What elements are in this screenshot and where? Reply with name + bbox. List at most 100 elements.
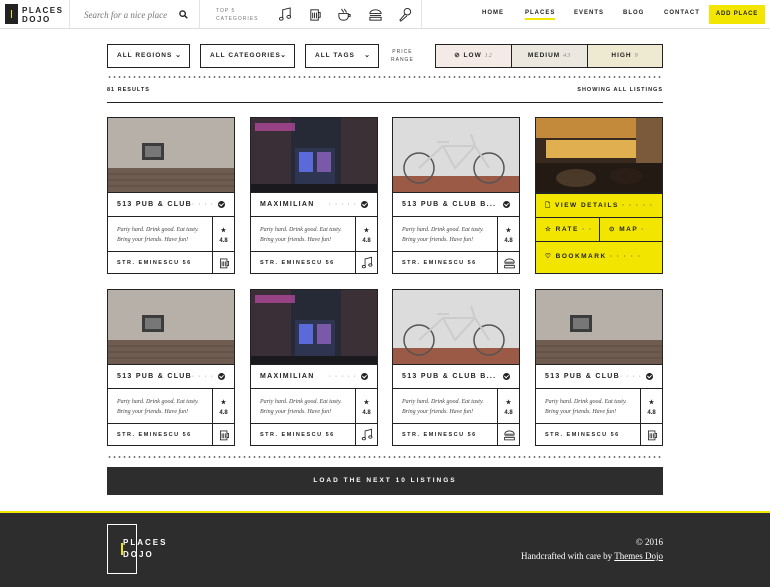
verified-check-icon [361,201,368,208]
listing-card[interactable]: 513 PUB & CLUB B... Party hard. Drink go… [392,289,520,446]
burger-icon [497,424,519,446]
burger-icon[interactable] [368,7,383,22]
listing-image[interactable] [251,290,377,365]
listing-image[interactable] [108,290,234,365]
regions-dropdown[interactable]: ALL REGIONS ⌄ [107,44,190,68]
listing-address: STR. EMINESCU 56 [402,260,477,266]
top-header: PLACES DOJO TOP 5 CATEGORIES HOME PLACES… [0,0,770,29]
dotted-divider [107,456,663,458]
beer-mug-icon [212,424,234,446]
star-icon: ★ [648,400,655,406]
nav-contact[interactable]: CONTACT [664,10,700,16]
footer: PLACES DOJO © 2016 Handcrafted with care… [0,511,770,587]
search-icon[interactable] [179,10,188,19]
map-button[interactable]: ⊙ MAP · [599,217,662,241]
star-icon: ★ [363,228,370,234]
listing-title[interactable]: 513 PUB & CLUB B... [402,373,496,380]
categories-dropdown[interactable]: ALL CATEGORIES ⌄ [200,44,295,68]
ice-cream-icon[interactable] [398,7,413,22]
listing-card[interactable]: 513 PUB & CLUB · · · · Party hard. Drink… [107,117,235,274]
listing-image[interactable] [251,118,377,193]
chevron-down-icon: ⌄ [364,52,371,59]
chevron-down-icon: ⌄ [280,52,287,59]
listing-card[interactable]: MAXIMILIAN · · · · · Party hard. Drink g… [250,117,378,274]
showing-all-listings[interactable]: SHOWING ALL LISTINGS [540,87,663,93]
listing-description: Party hard. Drink good. Eat tasty. Bring… [402,399,484,415]
nav-blog[interactable]: BLOG [623,10,644,16]
rating-box: ★ 4.8 [212,217,234,251]
view-details-button[interactable]: 🗋 VIEW DETAILS · · · · · [536,193,662,217]
verified-check-icon [646,373,653,380]
listing-image[interactable] [393,290,519,365]
listing-address: STR. EMINESCU 56 [402,432,477,438]
listing-card[interactable]: MAXIMILIAN · · · · · Party hard. Drink g… [250,289,378,446]
beer-mug-icon [212,252,234,274]
verified-check-icon [503,373,510,380]
music-note-icon[interactable] [278,7,293,22]
listing-card[interactable]: 513 PUB & CLUB · · · · Party hard. Drink… [535,289,663,446]
listing-description: Party hard. Drink good. Eat tasty. Bring… [260,227,342,243]
themes-dojo-link[interactable]: Themes Dojo [614,551,663,561]
burger-icon [497,252,519,274]
copyright: © 2016 [635,537,663,547]
rating-box: ★ 4.8 [355,217,377,251]
search-input[interactable] [84,8,174,22]
price-low-button[interactable]: ⊘ LOW 12 [435,44,512,68]
divider [107,102,663,103]
listing-image[interactable] [393,118,519,193]
verified-check-icon [218,201,225,208]
price-high-button[interactable]: HIGH 9 [587,44,663,68]
rating-box: ★ 4.8 [497,217,519,251]
footer-logo-text[interactable]: PLACES DOJO [123,537,167,561]
listing-image[interactable] [108,118,234,193]
listing-address: STR. EMINESCU 56 [260,260,335,266]
star-icon: ★ [220,400,227,406]
listing-image[interactable] [536,290,662,365]
listing-card-hover[interactable]: 🗋 VIEW DETAILS · · · · · ☆ RATE · · ⊙ MA… [535,117,663,274]
heart-icon: ♡ [545,253,556,260]
add-place-button[interactable]: ADD PLACE [709,5,765,24]
chevron-down-icon: ⌄ [175,52,182,59]
star-icon: ★ [363,400,370,406]
beer-mug-icon [640,424,662,446]
beer-mug-icon[interactable] [308,7,323,22]
listing-card[interactable]: 513 PUB & CLUB · · · · Party hard. Drink… [107,289,235,446]
listing-title[interactable]: 513 PUB & CLUB [117,201,192,208]
top-categories-label: TOP 5 CATEGORIES [216,8,259,22]
listing-address: STR. EMINESCU 56 [117,260,192,266]
price-medium-button[interactable]: MEDIUM 43 [511,44,588,68]
listing-description: Party hard. Drink good. Eat tasty. Bring… [260,399,342,415]
bookmark-button[interactable]: ♡ BOOKMARK · · · · · [536,241,662,273]
listing-card[interactable]: 513 PUB & CLUB B... Party hard. Drink go… [392,117,520,274]
logo-text[interactable]: PLACES DOJO [22,6,63,24]
rating-box: ★ 4.8 [497,389,519,423]
nav-home[interactable]: HOME [482,10,504,16]
listing-description: Party hard. Drink good. Eat tasty. Bring… [402,227,484,243]
listing-address: STR. EMINESCU 56 [260,432,335,438]
listing-title[interactable]: 513 PUB & CLUB B... [402,201,496,208]
listing-image[interactable] [536,118,662,193]
divider [421,0,422,29]
listing-title[interactable]: 513 PUB & CLUB [117,373,192,380]
listing-title[interactable]: MAXIMILIAN [260,201,315,208]
verified-check-icon [503,201,510,208]
listing-title[interactable]: MAXIMILIAN [260,373,315,380]
star-icon: ★ [505,400,512,406]
listing-description: Party hard. Drink good. Eat tasty. Bring… [117,399,199,415]
nav-places[interactable]: PLACES [525,10,556,20]
rating-box: ★ 4.8 [355,389,377,423]
logo-mark[interactable] [5,4,18,24]
tags-dropdown[interactable]: ALL TAGS ⌄ [305,44,379,68]
listing-title[interactable]: 513 PUB & CLUB [545,373,620,380]
load-more-button[interactable]: LOAD THE NEXT 10 LISTINGS [107,467,663,495]
divider [199,0,200,29]
verified-check-icon [361,373,368,380]
check-circle-icon: ⊘ [454,52,464,59]
coffee-cup-icon[interactable] [337,7,352,22]
price-range-label: PRICE RANGE [391,49,414,63]
divider [69,0,70,29]
music-note-icon [355,252,377,274]
nav-events[interactable]: EVENTS [574,10,604,16]
rate-button[interactable]: ☆ RATE · · [536,217,599,241]
document-icon: 🗋 [545,202,556,209]
